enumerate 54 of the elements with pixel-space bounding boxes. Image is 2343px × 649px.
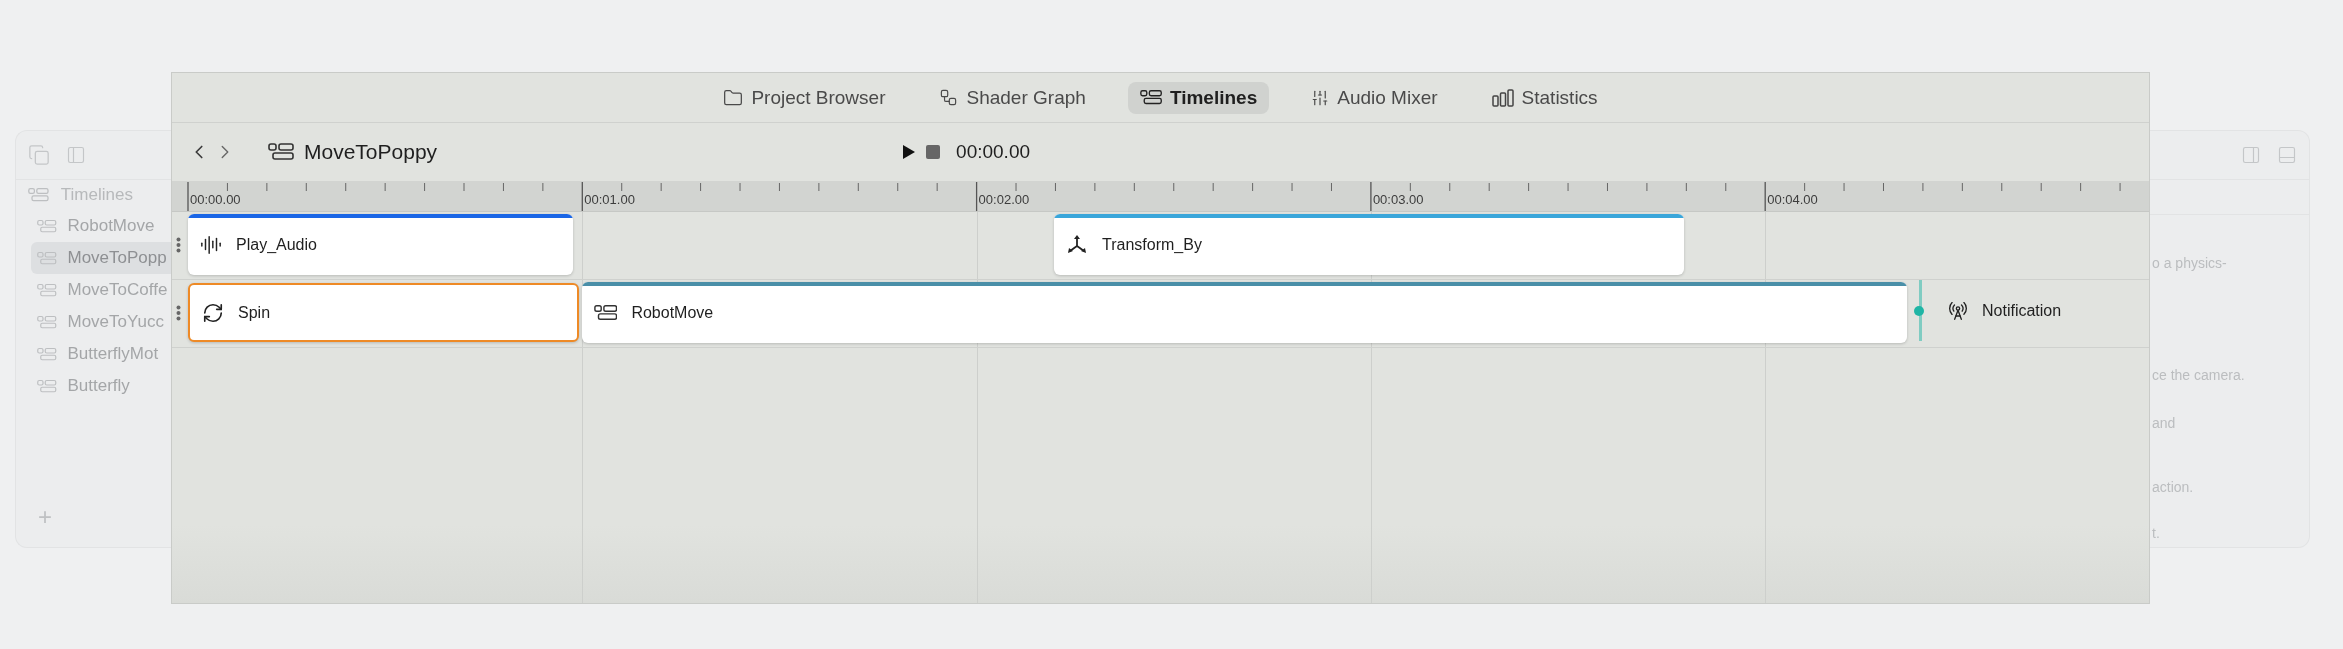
inspector-toggle-icon[interactable]: [2241, 145, 2261, 165]
axes-icon: [1066, 233, 1088, 256]
bar-chart-icon: [1491, 88, 1514, 107]
folder-icon: [723, 87, 744, 108]
time-label: 00:00.00: [190, 192, 241, 207]
timeline-icon: [37, 282, 57, 298]
timeline-clip[interactable]: Spin: [188, 283, 579, 342]
bottom-panel-icon[interactable]: [2277, 145, 2297, 165]
timeline-clip[interactable]: Transform_By: [1054, 214, 1684, 275]
clip-label: Play_Audio: [236, 235, 317, 254]
timeline-icon: [37, 314, 57, 330]
tab[interactable]: Shader Graph: [927, 81, 1098, 114]
timeline-icon: [1139, 89, 1162, 106]
tab[interactable]: Statistics: [1479, 81, 1610, 114]
time-label: 00:03.00: [1372, 192, 1424, 207]
timeline-icon: [37, 378, 57, 394]
timeline-icon: [37, 250, 57, 266]
drag-handle-icon[interactable]: [176, 305, 181, 321]
tab[interactable]: Timelines: [1127, 81, 1270, 114]
clip-label: Spin: [238, 303, 271, 322]
windows-icon[interactable]: [28, 144, 50, 166]
item-label: MoveToCoffe: [67, 280, 168, 300]
timeline-icon: [594, 303, 618, 322]
drag-handle-icon[interactable]: [176, 237, 181, 253]
time-label: 00:02.00: [978, 192, 1030, 207]
item-label: ButterflyMot: [67, 344, 159, 364]
tab[interactable]: Project Browser: [711, 81, 898, 114]
play-button[interactable]: [902, 144, 917, 160]
event-marker[interactable]: [1914, 305, 1924, 316]
rotate-icon: [202, 301, 224, 324]
item-label: MoveToPopp: [67, 248, 167, 268]
event-label: Notification: [1982, 301, 2062, 320]
stop-button[interactable]: [926, 145, 941, 159]
timeline-icon: [37, 346, 57, 362]
time-label: 00:04.00: [1767, 192, 1818, 207]
playhead-time: 00:00.00: [956, 141, 1031, 163]
timeline-title: MoveToPoppy: [304, 140, 438, 164]
time-label: 00:01.00: [584, 192, 635, 207]
sliders-icon: [1311, 88, 1330, 107]
clip-label: RobotMove: [631, 303, 714, 322]
clip-label: Transform_By: [1102, 235, 1202, 254]
timeline-icon: [37, 218, 57, 234]
timeline-icon: [268, 142, 294, 162]
antenna-icon: [1948, 300, 1968, 321]
timeline-clip[interactable]: RobotMove: [582, 282, 1907, 343]
node-graph-icon: [939, 88, 959, 107]
sidebar-icon[interactable]: [66, 145, 86, 165]
waveform-icon: [200, 233, 222, 256]
tab[interactable]: Audio Mixer: [1299, 81, 1450, 114]
timeline-clip[interactable]: Play_Audio: [188, 214, 573, 275]
timeline-icon: [28, 187, 49, 203]
item-label: Butterfly: [67, 376, 130, 396]
item-label: MoveToYucc: [67, 312, 164, 332]
item-label: RobotMove: [67, 216, 155, 236]
